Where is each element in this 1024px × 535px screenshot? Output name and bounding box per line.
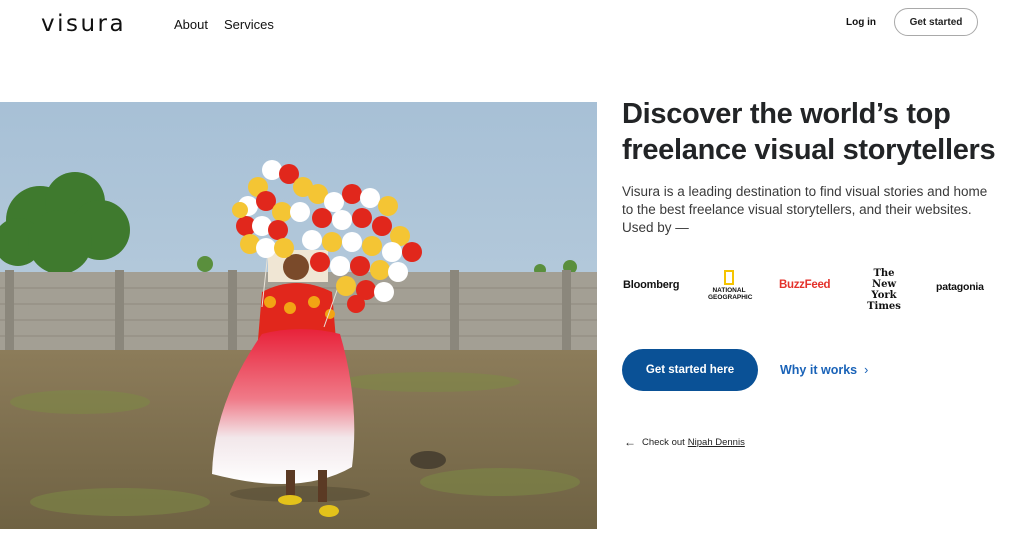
national-geographic-logo: NATIONAL GEOGRAPHIC bbox=[708, 270, 753, 301]
client-logos: Bloomberg NATIONAL GEOGRAPHIC BuzzFeed T… bbox=[622, 268, 992, 312]
natgeo-frame-icon bbox=[724, 270, 734, 285]
nav-services-link[interactable]: Services bbox=[224, 17, 274, 32]
natgeo-line-2: GEOGRAPHIC bbox=[708, 294, 753, 301]
checkout-credit: ← Check out Nipah Dennis bbox=[624, 435, 745, 449]
bloomberg-logo: Bloomberg bbox=[623, 279, 680, 291]
checkout-prefix: Check out bbox=[642, 436, 685, 448]
get-started-button[interactable]: Get started bbox=[894, 8, 978, 36]
patagonia-logo: patagonia bbox=[936, 281, 984, 293]
hero-description: Visura is a leading destination to find … bbox=[622, 184, 988, 235]
buzzfeed-logo: BuzzFeed bbox=[779, 279, 831, 291]
nav-about-link[interactable]: About bbox=[174, 17, 208, 32]
why-it-works-link[interactable]: Why it works › bbox=[780, 363, 868, 377]
photographer-link[interactable]: Nipah Dennis bbox=[688, 437, 745, 448]
visura-logo[interactable]: visura bbox=[41, 11, 127, 37]
nyt-line-1: The bbox=[873, 268, 895, 279]
new-york-times-logo: The New York Times bbox=[862, 268, 906, 312]
headline-line-1: Discover the world’s top bbox=[622, 98, 951, 130]
nyt-line-3: Times bbox=[867, 301, 901, 312]
logo-text: visura bbox=[41, 11, 127, 37]
login-link[interactable]: Log in bbox=[846, 17, 876, 28]
natgeo-line-1: NATIONAL bbox=[712, 287, 746, 294]
get-started-here-button[interactable]: Get started here bbox=[622, 349, 758, 391]
why-it-works-label: Why it works bbox=[780, 363, 858, 377]
nyt-line-2: New York bbox=[871, 279, 897, 301]
page-title: Discover the world’s top freelance visua… bbox=[622, 96, 1012, 168]
main-nav: About Services bbox=[174, 17, 274, 32]
headline-line-2: freelance visual storytellers bbox=[622, 134, 996, 166]
hero-photo bbox=[0, 102, 597, 529]
arrow-left-icon: ← bbox=[624, 435, 636, 449]
chevron-right-icon: › bbox=[864, 363, 869, 377]
hero-photo-illustration bbox=[0, 102, 597, 529]
